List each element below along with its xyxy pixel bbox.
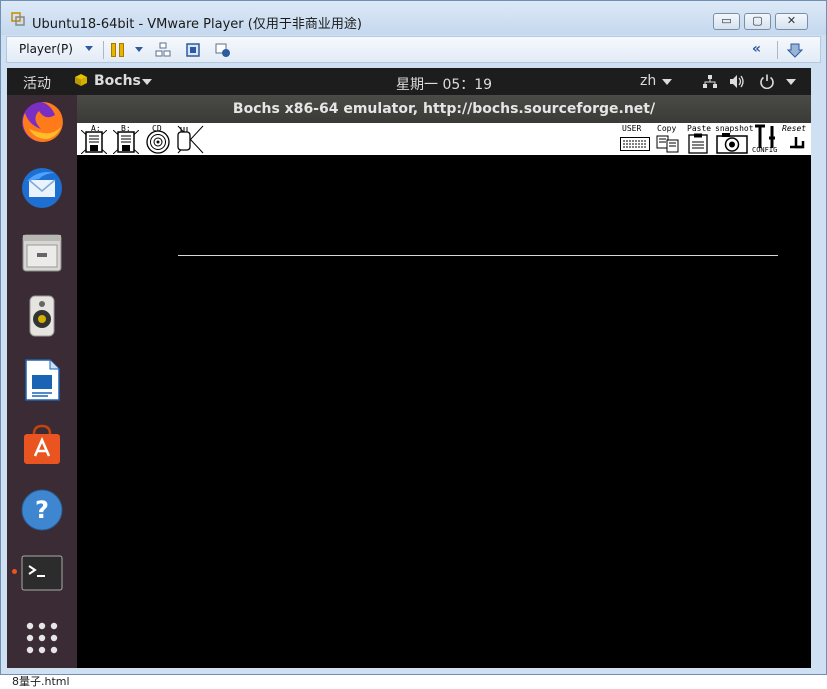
player-menu[interactable]: Player(P) (19, 42, 73, 56)
floppy-a-button[interactable]: A: (79, 124, 109, 154)
vmware-titlebar: Ubuntu18-64bit - VMware Player (仅用于非商业用途… (1, 1, 826, 35)
toolbar-divider (103, 41, 104, 59)
bochs-titlebar[interactable]: Bochs x86-64 emulator, http://bochs.sour… (77, 95, 811, 123)
reset-icon (790, 137, 805, 149)
screen-horizontal-line (178, 255, 778, 256)
terminal-icon[interactable] (19, 550, 65, 596)
maximize-icon: ▢ (752, 14, 763, 27)
pause-button[interactable] (111, 43, 125, 57)
chevron-down-icon[interactable] (85, 46, 93, 51)
config-button[interactable]: CONFIG (752, 124, 782, 154)
network-icon[interactable] (702, 74, 718, 89)
clock[interactable]: 星期一 05：19 (396, 74, 492, 94)
pause-icon (111, 43, 116, 57)
paste-button[interactable]: Paste (685, 124, 711, 154)
libreoffice-writer-icon[interactable] (19, 357, 65, 403)
active-app-indicator (12, 569, 17, 574)
toolbar-divider (777, 41, 778, 59)
double-chevron-left-icon[interactable]: « (752, 41, 761, 57)
bochs-toolbar: A: B: CD USER Copy Paste snapshot CONFIG… (77, 123, 811, 155)
rhythmbox-icon[interactable] (19, 293, 65, 339)
close-icon: ✕ (786, 14, 797, 27)
volume-icon[interactable] (729, 74, 745, 89)
reset-button[interactable]: Reset (782, 124, 811, 154)
app-menu[interactable]: Bochs (94, 73, 141, 89)
floppy-b-button[interactable]: B: (111, 124, 141, 154)
thunderbird-icon[interactable] (19, 165, 65, 211)
activities-button[interactable]: 活动 (23, 73, 51, 93)
window-title: Ubuntu18-64bit - VMware Player (仅用于非商业用途… (32, 17, 362, 32)
vmware-logo-icon (11, 12, 25, 26)
vmware-player-window: Ubuntu18-64bit - VMware Player (仅用于非商业用途… (0, 0, 827, 675)
keyboard-icon (620, 137, 650, 151)
clipboard-icon (688, 133, 708, 154)
floppy-disk-icon (113, 130, 139, 154)
taskbar-file-label: 8量子.html (12, 675, 70, 688)
bochs-app-icon (75, 74, 87, 86)
copy-label: Copy (657, 124, 677, 133)
show-applications-icon[interactable] (19, 615, 65, 661)
close-button[interactable]: ✕ (775, 13, 808, 30)
send-ctrl-alt-del-icon[interactable] (155, 42, 171, 58)
help-icon[interactable]: ? (19, 487, 65, 533)
chevron-down-icon[interactable] (135, 47, 143, 52)
maximize-button[interactable]: ▢ (744, 13, 771, 30)
chevron-down-icon[interactable] (142, 79, 152, 85)
bochs-window: Bochs x86-64 emulator, http://bochs.sour… (77, 95, 811, 668)
ubuntu-dock: ? (7, 95, 77, 668)
unity-mode-icon[interactable] (215, 42, 231, 58)
minimize-button[interactable]: ▭ (713, 13, 740, 30)
input-method-indicator[interactable]: zh (640, 73, 656, 89)
cdrom-button[interactable]: CD (143, 124, 173, 154)
ubuntu-software-icon[interactable] (19, 422, 65, 468)
config-label: CONFIG (752, 146, 778, 154)
snapshot-button[interactable]: snapshot (714, 124, 754, 154)
ubuntu-desktop: 活动 Bochs 星期一 05：19 zh ? Bochs x86-64 emu… (7, 68, 811, 668)
paste-label: Paste (687, 124, 712, 133)
user-button[interactable]: USER (619, 124, 651, 154)
download-arrow-icon[interactable] (787, 42, 803, 58)
user-label: USER (622, 124, 642, 133)
mouse-toggle-button[interactable] (175, 124, 205, 154)
copy-icon (656, 135, 679, 153)
camera-icon (716, 133, 748, 154)
fullscreen-icon[interactable] (185, 42, 201, 58)
gnome-top-bar: 活动 Bochs 星期一 05：19 zh (7, 68, 811, 95)
floppy-disk-icon (81, 130, 107, 154)
svg-text:?: ? (35, 496, 49, 524)
files-icon[interactable] (19, 229, 65, 275)
vmware-toolbar: Player(P) « (6, 36, 821, 63)
bochs-emulator-screen[interactable] (77, 155, 811, 668)
chevron-down-icon[interactable] (662, 79, 672, 85)
copy-button[interactable]: Copy (655, 124, 681, 154)
power-icon[interactable] (759, 74, 775, 89)
firefox-icon[interactable] (19, 99, 65, 145)
minimize-icon: ▭ (721, 14, 732, 27)
chevron-down-icon[interactable] (786, 79, 796, 85)
reset-label: Reset (782, 124, 807, 133)
cdrom-icon (146, 130, 170, 154)
mouse-icon (177, 125, 204, 154)
